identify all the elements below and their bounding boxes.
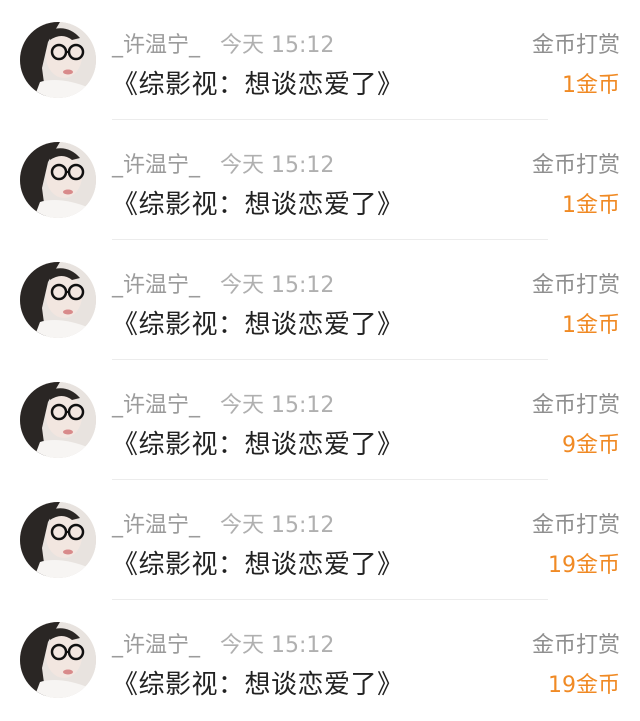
book-title[interactable]: 《综影视：想谈恋爱了》 — [112, 304, 404, 341]
avatar[interactable] — [20, 622, 96, 698]
reward-amount: 9金币 — [562, 433, 620, 458]
reward-row[interactable]: _许温宁_ 今天 15:12 《综影视：想谈恋爱了》 金币打赏 1金币 — [0, 0, 640, 120]
book-title[interactable]: 《综影视：想谈恋爱了》 — [112, 184, 404, 221]
reward-type: 金币打赏 — [531, 33, 620, 58]
avatar-photo — [20, 622, 96, 698]
reward-amount: 19金币 — [548, 553, 620, 578]
avatar[interactable] — [20, 22, 96, 98]
reward-row[interactable]: _许温宁_ 今天 15:12 《综影视：想谈恋爱了》 金币打赏 9金币 — [0, 360, 640, 480]
avatar-photo — [20, 262, 96, 338]
username[interactable]: _许温宁_ — [112, 147, 200, 179]
timestamp: 今天 15:12 — [220, 273, 335, 298]
username[interactable]: _许温宁_ — [112, 27, 200, 59]
reward-row[interactable]: _许温宁_ 今天 15:12 《综影视：想谈恋爱了》 金币打赏 19金币 — [0, 600, 640, 720]
reward-type: 金币打赏 — [531, 633, 620, 658]
timestamp: 今天 15:12 — [220, 633, 335, 658]
avatar-photo — [20, 382, 96, 458]
book-title[interactable]: 《综影视：想谈恋爱了》 — [112, 544, 404, 581]
reward-amount: 1金币 — [562, 193, 620, 218]
avatar-photo — [20, 22, 96, 98]
timestamp: 今天 15:12 — [220, 153, 335, 178]
avatar[interactable] — [20, 502, 96, 578]
reward-amount: 19金币 — [548, 673, 620, 698]
book-title[interactable]: 《综影视：想谈恋爱了》 — [112, 664, 404, 701]
username[interactable]: _许温宁_ — [112, 627, 200, 659]
username[interactable]: _许温宁_ — [112, 267, 200, 299]
reward-list: _许温宁_ 今天 15:12 《综影视：想谈恋爱了》 金币打赏 1金币 _许温宁… — [0, 0, 640, 720]
avatar-photo — [20, 502, 96, 578]
reward-amount: 1金币 — [562, 73, 620, 98]
avatar-photo — [20, 142, 96, 218]
avatar[interactable] — [20, 142, 96, 218]
avatar[interactable] — [20, 382, 96, 458]
reward-type: 金币打赏 — [531, 273, 620, 298]
timestamp: 今天 15:12 — [220, 393, 335, 418]
reward-type: 金币打赏 — [531, 513, 620, 538]
username[interactable]: _许温宁_ — [112, 387, 200, 419]
reward-type: 金币打赏 — [531, 153, 620, 178]
book-title[interactable]: 《综影视：想谈恋爱了》 — [112, 64, 404, 101]
username[interactable]: _许温宁_ — [112, 507, 200, 539]
reward-row[interactable]: _许温宁_ 今天 15:12 《综影视：想谈恋爱了》 金币打赏 1金币 — [0, 120, 640, 240]
reward-amount: 1金币 — [562, 313, 620, 338]
reward-type: 金币打赏 — [531, 393, 620, 418]
timestamp: 今天 15:12 — [220, 513, 335, 538]
book-title[interactable]: 《综影视：想谈恋爱了》 — [112, 424, 404, 461]
timestamp: 今天 15:12 — [220, 33, 335, 58]
reward-row[interactable]: _许温宁_ 今天 15:12 《综影视：想谈恋爱了》 金币打赏 19金币 — [0, 480, 640, 600]
avatar[interactable] — [20, 262, 96, 338]
reward-row[interactable]: _许温宁_ 今天 15:12 《综影视：想谈恋爱了》 金币打赏 1金币 — [0, 240, 640, 360]
